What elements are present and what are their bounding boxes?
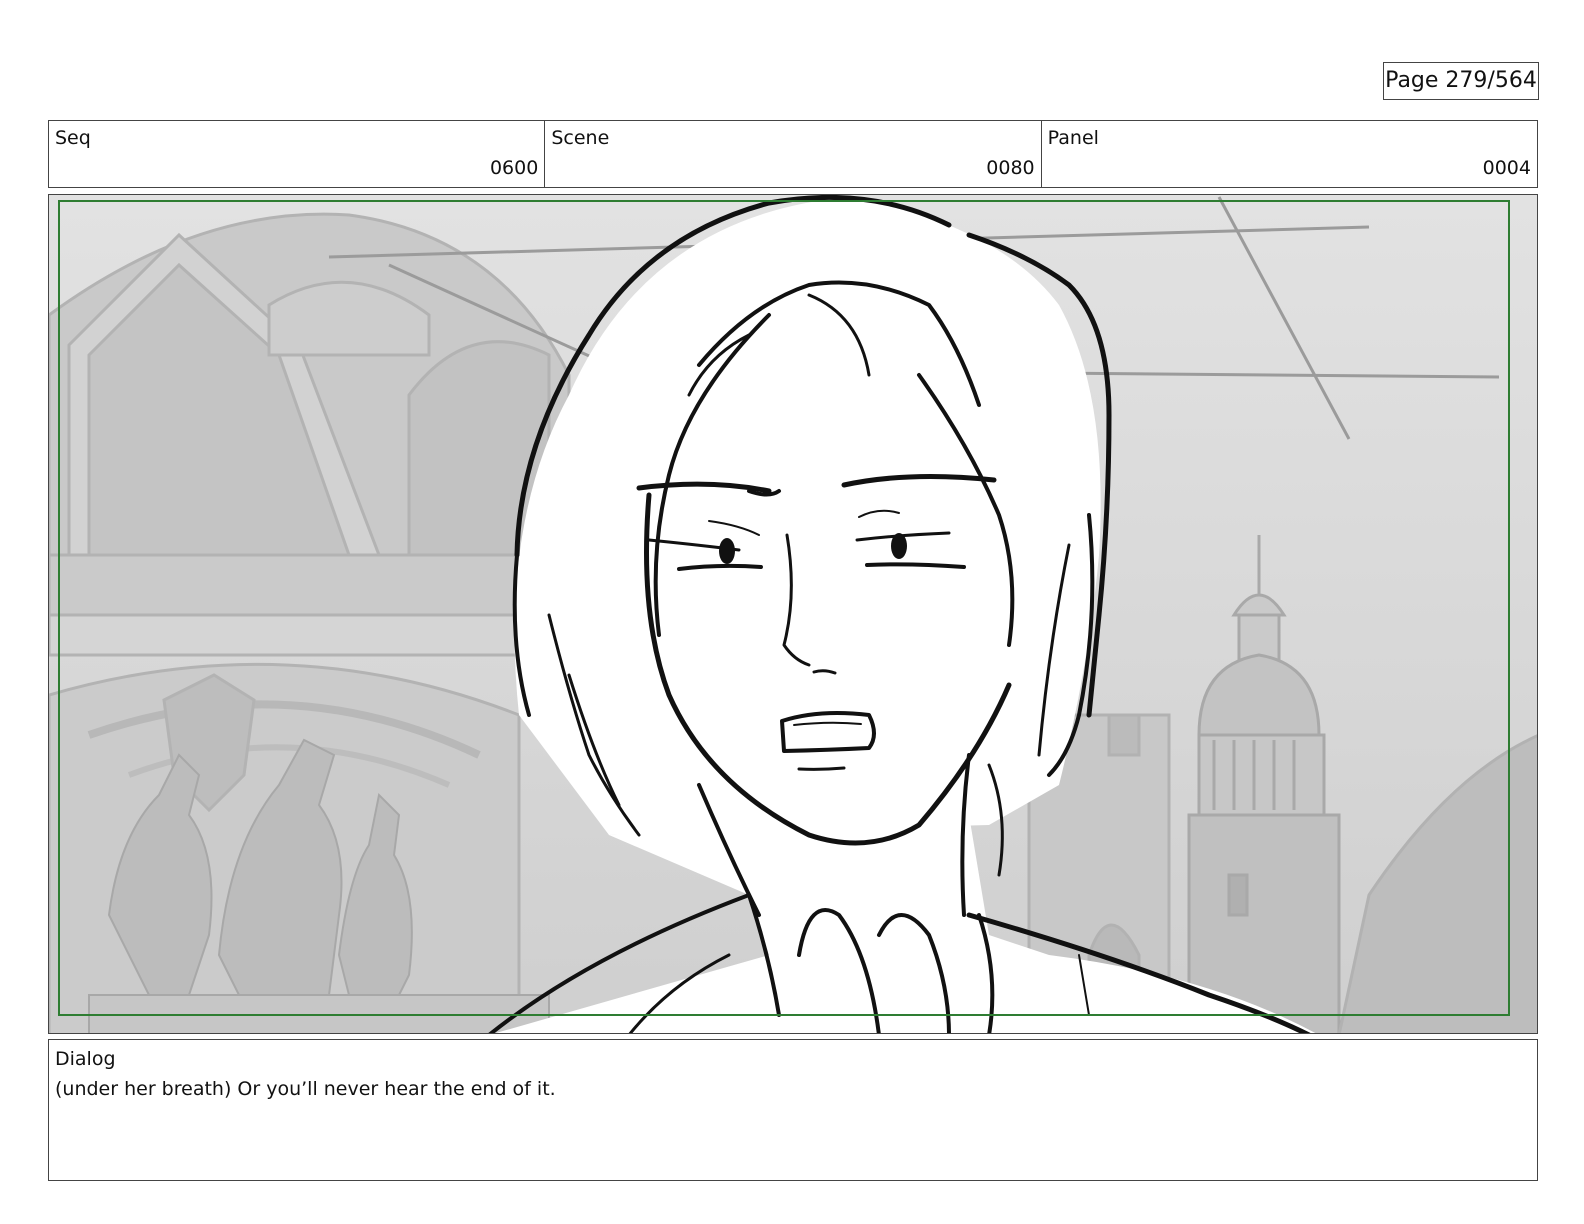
seq-label: Seq	[55, 127, 91, 149]
storyboard-header: Seq 0600 Scene 0080 Panel 0004	[48, 120, 1538, 188]
panel-drawing	[49, 195, 1537, 1033]
dialog-label: Dialog	[55, 1048, 116, 1070]
panel-value: 0004	[1482, 157, 1531, 179]
scene-value: 0080	[986, 157, 1035, 179]
panel-label: Panel	[1047, 127, 1099, 149]
dialog-text: (under her breath) Or you’ll never hear …	[55, 1078, 556, 1100]
page-number: Page 279/564	[1383, 62, 1539, 100]
scene-label: Scene	[551, 127, 610, 149]
storyboard-panel-image	[48, 194, 1538, 1034]
seq-value: 0600	[489, 157, 539, 179]
scene-cell: Scene 0080	[545, 121, 1042, 187]
seq-cell: Seq 0600	[49, 121, 546, 187]
dialog-box: Dialog (under her breath) Or you’ll neve…	[48, 1039, 1538, 1181]
panel-cell: Panel 0004	[1042, 121, 1537, 187]
